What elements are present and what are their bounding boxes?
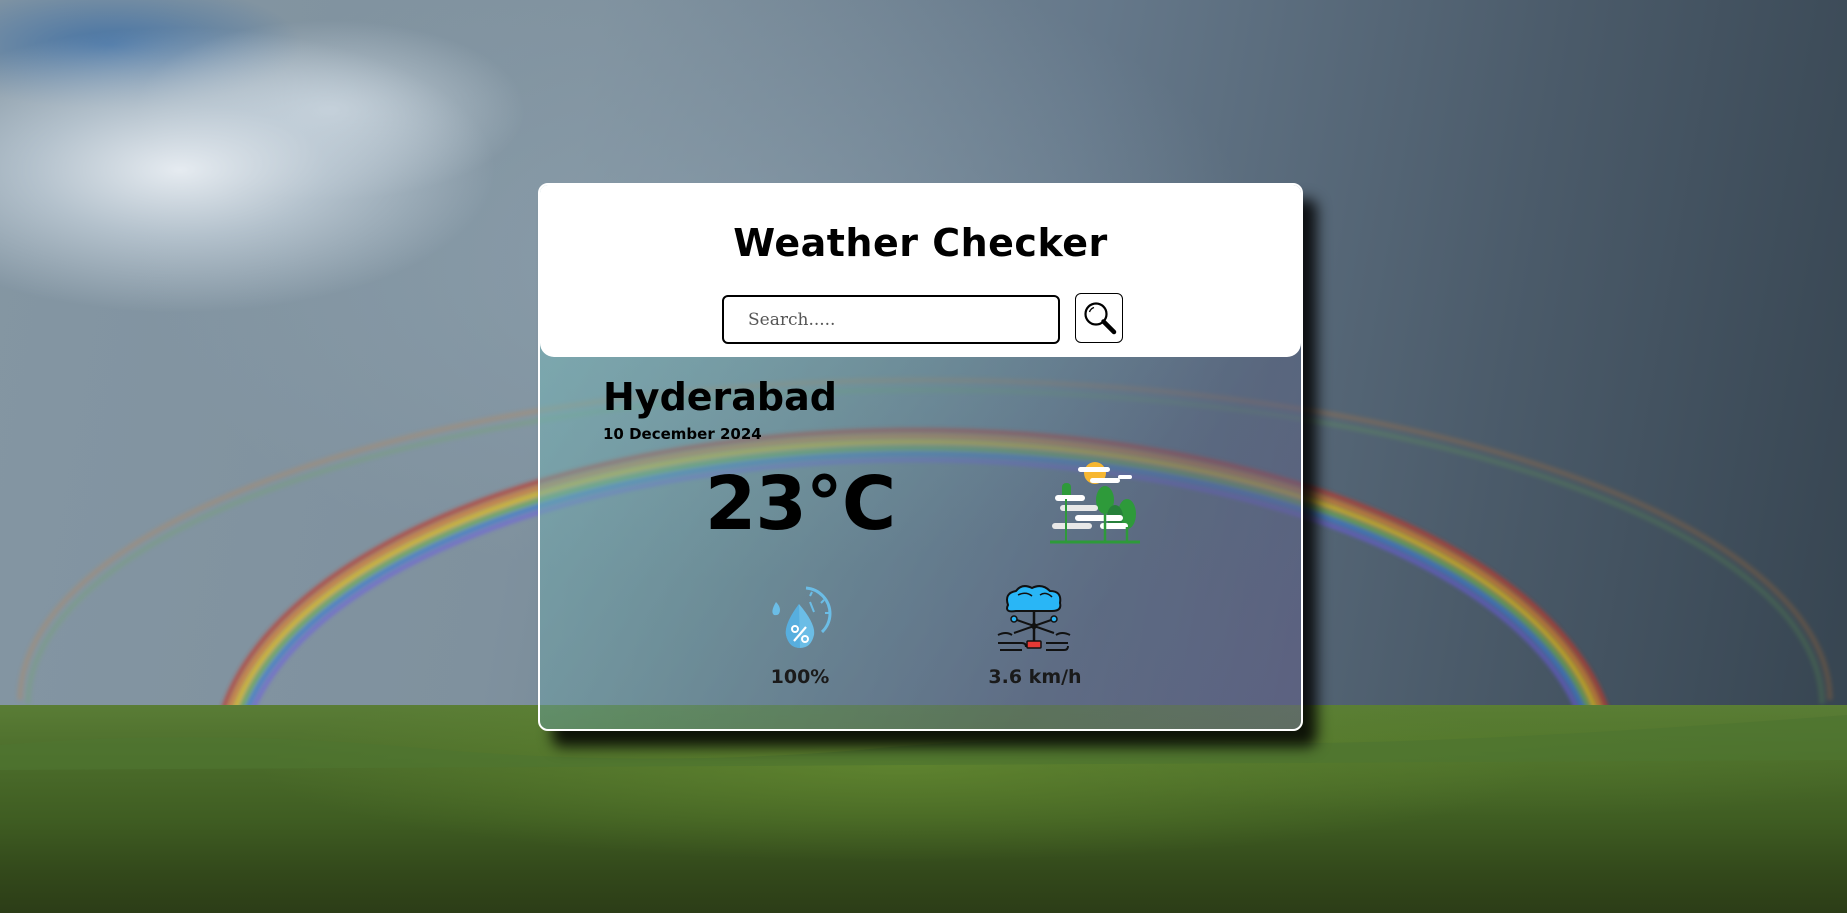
humidity-value: 100% [770,666,830,688]
wind-speed-value: 3.6 km/h [988,666,1082,688]
card-header: Weather Checker [540,185,1301,357]
sun-cloud-trees-icon [1050,462,1140,544]
humidity-icon [772,586,832,648]
temperature-value: 23°C [704,461,896,547]
search-icon [1084,302,1117,335]
current-date: 10 December 2024 [603,425,762,443]
app-title: Weather Checker [733,221,1108,265]
weather-card: Weather Checker Hyderabad 10 December 20… [538,183,1303,731]
search-input[interactable] [722,295,1060,344]
search-button[interactable] [1075,293,1123,343]
city-name: Hyderabad [603,375,837,419]
wind-speed-icon [997,585,1071,651]
